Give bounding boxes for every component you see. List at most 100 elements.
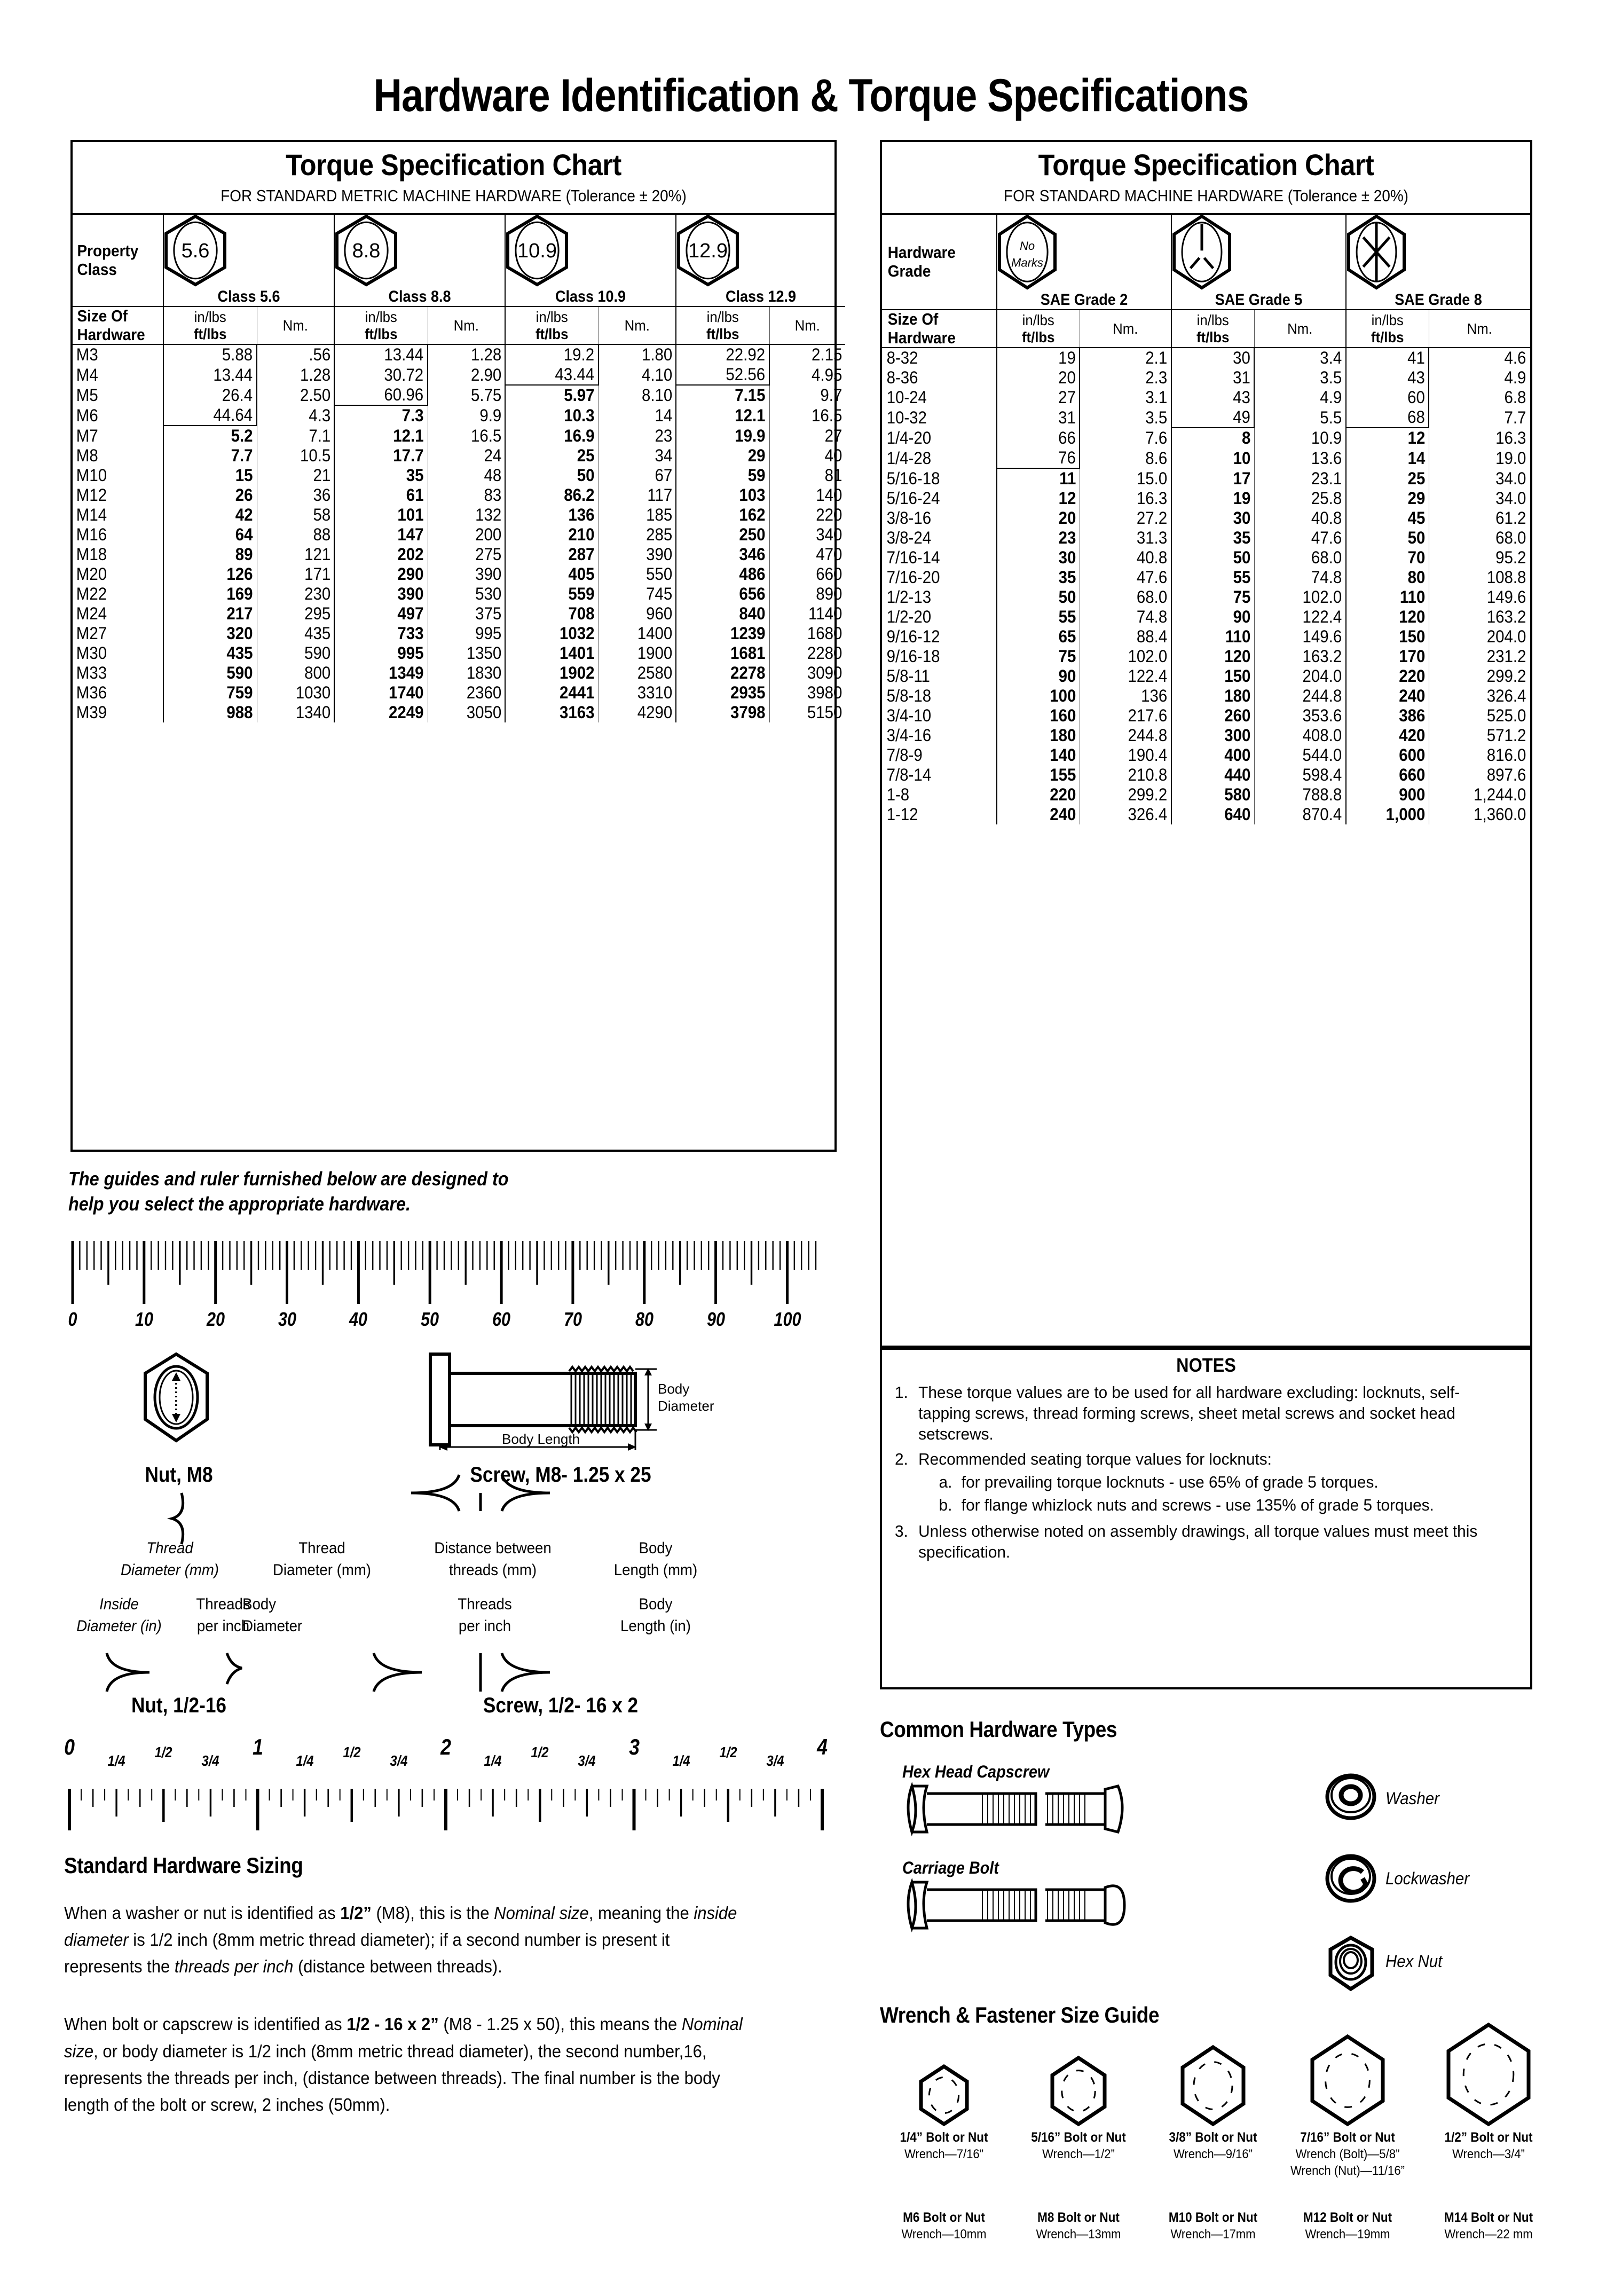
sae-val-nm: 210.8 [1083, 765, 1168, 785]
inch-ruler-fraction-tick: 1/2 [531, 1744, 549, 1760]
note-item: 3. Unless otherwise noted on assembly dra… [895, 1521, 1495, 1562]
metric-val-nm: 435 [259, 624, 332, 644]
metric-val-ftlbs: 390 [337, 584, 424, 604]
metric-val-ftlbs: 1401 [508, 643, 595, 664]
guides-intro: The guides and ruler furnished below are… [68, 1167, 816, 1217]
metric-val-nm: 185 [601, 505, 673, 525]
metric-val-nm: 36 [259, 485, 332, 506]
screw-callout-lower-1a: Body [242, 1595, 277, 1613]
sae-val-nm: 102.0 [1083, 647, 1168, 667]
sae-val-nm: 244.8 [1257, 686, 1343, 706]
metric-val-ftlbs: 3798 [679, 703, 766, 723]
metric-val-nm: 8.10 [601, 385, 673, 406]
hex-head-capscrew-label: Hex Head Capscrew [902, 1762, 1050, 1781]
sae-val-ftlbs: 386 [1349, 706, 1426, 726]
metric-unit-ftlbs-4: in/lbs ft/lbs [679, 306, 766, 345]
metric-val-ftlbs: 202 [337, 545, 424, 565]
sae-val-ftlbs: 150 [1349, 627, 1426, 647]
sae-val-ftlbs: 110 [1174, 627, 1251, 647]
callout-braces-lower [105, 1653, 550, 1692]
metric-val-nm: 375 [430, 604, 502, 624]
metric-val-nm: 230 [259, 584, 332, 604]
mm-ruler-tick: 10 [135, 1308, 153, 1330]
sae-grade-label-2: SAE Grade 5 [1215, 291, 1303, 309]
metric-table-title: Torque Specification Chart [286, 148, 621, 182]
table-row: 5/16-18 11 15.0 17 23.1 25 34.0 [882, 468, 1530, 489]
sae-val-ftlbs: 43 [1349, 368, 1426, 388]
sae-size: 5/8-11 [886, 666, 930, 686]
screw-callout-lower-2a: Threads [458, 1595, 512, 1613]
table-row: 8-36 20 2.3 31 3.5 43 4.9 [882, 368, 1530, 388]
screw-callout-upper-3a: Body [639, 1539, 673, 1557]
wrench-inch-item-5: 1/2” Bolt or Nut Wrench—3/4” [1420, 2129, 1557, 2163]
notes-title: NOTES [1176, 1354, 1236, 1376]
sae-val-nm: 16.3 [1432, 428, 1526, 449]
sae-val-ftlbs: 12 [1349, 428, 1426, 449]
table-row: 5/16-24 12 16.3 19 25.8 29 34.0 [882, 489, 1530, 509]
note-item: 2. Recommended seating torque values for … [895, 1449, 1495, 1516]
metric-class-2: 8.8 Class 8.8 [334, 214, 505, 306]
wrench-metric-title: M10 Bolt or Nut [1168, 2210, 1258, 2225]
metric-val-nm: 58 [259, 505, 332, 525]
hardware-types-section: Common Hardware Types [880, 1717, 1547, 1742]
metric-val-nm: 27 [772, 426, 843, 446]
metric-val-ftlbs: 346 [679, 545, 766, 565]
metric-val-ftlbs: 52.56 [679, 365, 766, 386]
sae-size: 1/4-28 [886, 448, 932, 468]
sae-size: 9/16-18 [886, 647, 940, 666]
inch-ruler-fraction-tick: 1/4 [107, 1752, 125, 1769]
metric-val-ftlbs: 12.1 [337, 426, 424, 446]
metric-val-ftlbs: 15 [167, 466, 253, 486]
note-number: 1. [895, 1383, 908, 1402]
sae-val-nm: 68.0 [1432, 528, 1526, 548]
hardware-types-heading: Common Hardware Types [880, 1717, 1117, 1742]
table-row: M8 7.7 10.5 17.7 24 25 34 29 40 [73, 446, 845, 466]
sae-val-ftlbs: 300 [1174, 726, 1251, 746]
metric-val-nm: 171 [259, 564, 332, 585]
guides-intro-line2: help you select the appropriate hardware… [68, 1192, 411, 1215]
metric-val-ftlbs: 26 [167, 485, 253, 506]
mm-ruler-labels: 0 10 20 30 40 50 60 70 80 90 100 [68, 1308, 826, 1335]
sae-val-nm: 74.8 [1257, 568, 1343, 588]
carriage-bolt-label: Carriage Bolt [902, 1858, 999, 1877]
metric-size: M14 [76, 505, 107, 525]
metric-val-ftlbs: 1740 [337, 683, 424, 703]
sae-val-nm: 61.2 [1432, 508, 1526, 529]
sae-val-nm: 25.8 [1257, 489, 1343, 509]
sae-grade-1: No Marks SAE Grade 2 [996, 214, 1171, 310]
sae-unit-nm-1: Nm. [1083, 310, 1168, 348]
table-row: M27 320 435 733 995 1032 1400 1239 1680 [73, 624, 845, 644]
wrench-inch-sub1: Wrench (Bolt)—5/8” [1295, 2147, 1400, 2162]
table-row: 7/16-20 35 47.6 55 74.8 80 108.8 [882, 568, 1530, 588]
metric-val-ftlbs: 733 [337, 624, 424, 644]
metric-val-ftlbs: 210 [508, 525, 595, 545]
table-row: 1-8 220 299.2 580 788.8 900 1,244.0 [882, 785, 1530, 805]
metric-val-ftlbs: 64 [167, 525, 253, 545]
metric-val-nm: 24 [430, 446, 502, 466]
metric-size: M24 [76, 604, 107, 624]
sae-val-ftlbs: 66 [999, 428, 1077, 449]
metric-val-nm: 2.50 [259, 385, 332, 406]
svg-text:Diameter: Diameter [658, 1398, 714, 1414]
sae-val-ftlbs: 420 [1349, 726, 1426, 746]
table-row: M30 435 590 995 1350 1401 1900 1681 2280 [73, 643, 845, 664]
table-row: 1/4-28 76 8.6 10 13.6 14 19.0 [882, 448, 1530, 469]
metric-val-ftlbs: 42 [167, 505, 253, 525]
sae-unit-ftlbs-1: in/lbs ft/lbs [999, 310, 1076, 348]
mm-ruler-tick: 50 [421, 1308, 439, 1330]
sae-val-nm: 204.0 [1257, 666, 1343, 687]
wrench-hex-1 [919, 2064, 969, 2127]
sae-val-nm: 408.0 [1257, 726, 1343, 746]
wrench-metric-item-1: M6 Bolt or Nut Wrench—10mm [876, 2209, 1012, 2243]
mm-ruler-tick: 40 [349, 1308, 368, 1330]
metric-val-nm: 200 [430, 525, 502, 545]
sae-val-nm: 68.0 [1257, 548, 1343, 568]
sae-val-ftlbs: 20 [999, 368, 1077, 388]
inch-ruler-fraction-tick: 1/4 [672, 1752, 690, 1769]
sae-val-nm: 190.4 [1083, 745, 1168, 766]
page-title: Hardware Identification & Torque Specifi… [373, 69, 1249, 121]
metric-size: M3 [76, 345, 98, 365]
guides-intro-line1: The guides and ruler furnished below are… [68, 1168, 509, 1190]
wrench-metric-sub1: Wrench—10mm [901, 2227, 987, 2242]
sae-val-nm: 31.3 [1083, 528, 1168, 548]
